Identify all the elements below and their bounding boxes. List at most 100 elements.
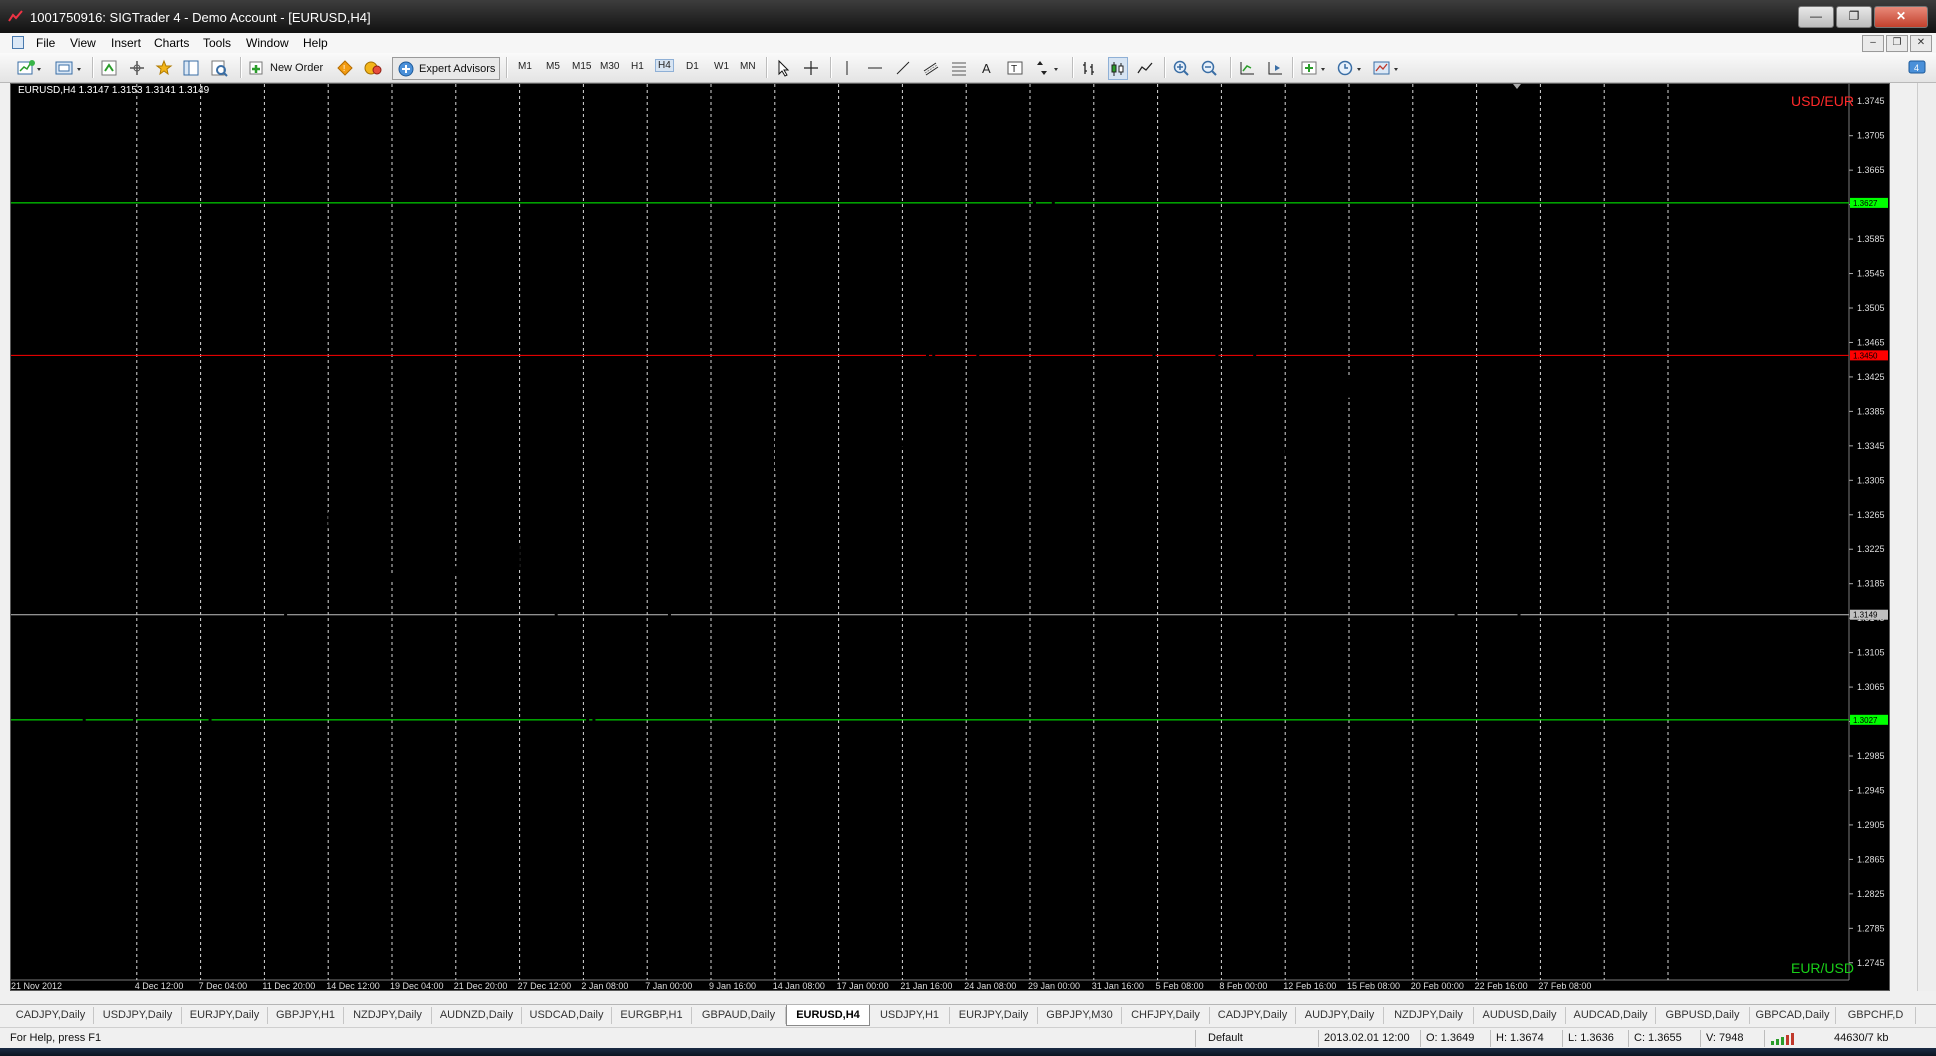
chart-tab[interactable]: EURJPY,Daily (182, 1007, 268, 1024)
price-chart[interactable]: 1.37451.37051.36651.36251.35851.35451.35… (10, 83, 1890, 991)
timeframe-m5[interactable]: M5 (546, 61, 560, 72)
arrows-button[interactable] (1034, 57, 1062, 78)
candle-body (705, 424, 709, 427)
chart-tab[interactable]: USDJPY,Daily (94, 1007, 182, 1024)
expert-advisors-button[interactable]: Expert Advisors (392, 57, 501, 80)
timeframe-h4[interactable]: H4 (655, 59, 674, 72)
timeframe-h1[interactable]: H1 (631, 61, 644, 72)
menu-window[interactable]: Window (246, 36, 289, 50)
text-label-button[interactable]: T (1006, 57, 1024, 78)
chart-tab[interactable]: AUDJPY,Daily (1296, 1007, 1384, 1024)
chart-tab[interactable]: GBPCHF,D (1836, 1007, 1916, 1024)
close-button[interactable]: ✕ (1874, 6, 1928, 28)
new-order-button[interactable]: New Order (248, 57, 323, 78)
horizontal-line-button[interactable] (866, 57, 884, 78)
minimize-button[interactable]: — (1798, 6, 1834, 28)
chart-tab[interactable]: AUDCAD,Daily (1566, 1007, 1656, 1024)
candle-body (409, 535, 413, 544)
chart-tab[interactable]: USDCAD,Daily (522, 1007, 612, 1024)
candle-body (290, 594, 294, 614)
cursor-button[interactable] (774, 57, 792, 78)
trendline-button[interactable] (894, 57, 912, 78)
chart-window-icon[interactable] (12, 36, 24, 49)
timeframe-mn[interactable]: MN (740, 61, 756, 72)
options-button[interactable]: 4 (1908, 57, 1926, 78)
new-chart-button[interactable] (16, 57, 42, 78)
equidistant-channel-icon (923, 62, 939, 75)
chart-close-button[interactable]: ✕ (1910, 35, 1932, 52)
metaeditor-button[interactable]: ! (336, 57, 354, 78)
market-watch-button[interactable] (100, 57, 118, 78)
timeframe-m30[interactable]: M30 (600, 61, 619, 72)
chart-tab[interactable]: NZDJPY,Daily (1384, 1007, 1474, 1024)
chart-tab[interactable]: CADJPY,Daily (8, 1007, 94, 1024)
menu-insert[interactable]: Insert (111, 36, 141, 50)
timeframe-m15[interactable]: M15 (572, 61, 591, 72)
chart-minimize-button[interactable]: – (1862, 35, 1884, 52)
vertical-line-button[interactable] (838, 57, 856, 78)
profiles-button[interactable] (54, 57, 84, 78)
timeframe-d1[interactable]: D1 (686, 61, 699, 72)
navigator-button[interactable] (155, 57, 173, 78)
chart-tab[interactable]: AUDUSD,Daily (1474, 1007, 1566, 1024)
price-tick-label: 1.2945 (1857, 785, 1885, 795)
vertical-scrollbar[interactable] (1917, 83, 1936, 991)
candle-body (623, 653, 627, 664)
chart-shift-button[interactable] (1266, 57, 1284, 78)
indicators-button[interactable] (1300, 57, 1330, 78)
chart-tab[interactable]: CADJPY,Daily (1210, 1007, 1296, 1024)
timeframe-m1[interactable]: M1 (518, 61, 532, 72)
chart-tab[interactable]: GBPJPY,M30 (1038, 1007, 1122, 1024)
candlestick-button[interactable] (1108, 57, 1128, 80)
data-window-button[interactable] (128, 57, 146, 78)
bar-chart-button[interactable] (1080, 57, 1098, 78)
text-button[interactable]: A (978, 57, 996, 78)
menu-file[interactable]: File (36, 36, 55, 50)
candle-body (1498, 657, 1502, 672)
zoom-out-button[interactable] (1200, 57, 1218, 78)
auto-scroll-button[interactable] (1238, 57, 1256, 78)
chart-tab[interactable]: EURGBP,H1 (612, 1007, 692, 1024)
time-tick-label: 27 Dec 12:00 (518, 981, 572, 990)
profiles-icon (55, 61, 81, 74)
templates-button[interactable] (1372, 57, 1402, 78)
chart-tab[interactable]: EURUSD,H4 (786, 1005, 870, 1026)
chart-tab[interactable]: EURJPY,Daily (950, 1007, 1038, 1024)
chart-tab[interactable]: GBPJPY,H1 (268, 1007, 344, 1024)
chart-tab[interactable]: GBPAUD,Daily (692, 1007, 786, 1024)
candle-body (680, 511, 684, 535)
timeframe-w1[interactable]: W1 (714, 61, 729, 72)
channel-button[interactable] (922, 57, 940, 78)
tester-button[interactable] (210, 57, 228, 78)
terminal-button[interactable] (182, 57, 200, 78)
chart-tab[interactable]: NZDJPY,Daily (344, 1007, 432, 1024)
chart-shift-icon (1268, 61, 1282, 74)
line-chart-button[interactable] (1136, 57, 1154, 78)
chart-tab[interactable]: GBPUSD,Daily (1656, 1007, 1750, 1024)
expert-properties-button[interactable] (363, 57, 383, 78)
candle-body (214, 701, 218, 718)
chart-canvas[interactable]: 1.37451.37051.36651.36251.35851.35451.35… (11, 84, 1889, 990)
menu-view[interactable]: View (70, 36, 96, 50)
chart-restore-button[interactable]: ❐ (1886, 35, 1908, 52)
chart-tab[interactable]: GBPCAD,Daily (1750, 1007, 1836, 1024)
zoom-in-button[interactable] (1172, 57, 1190, 78)
candle-body (661, 682, 665, 696)
periods-button[interactable] (1336, 57, 1366, 78)
menu-charts[interactable]: Charts (154, 36, 189, 50)
chart-tab[interactable]: AUDNZD,Daily (432, 1007, 522, 1024)
price-tick-label: 1.3745 (1857, 96, 1885, 106)
candle-body (302, 591, 306, 605)
menu-help[interactable]: Help (303, 36, 328, 50)
chart-tab[interactable]: USDJPY,H1 (870, 1007, 950, 1024)
menu-tools[interactable]: Tools (203, 36, 231, 50)
new-order-icon (249, 61, 263, 74)
candle-body (1240, 313, 1244, 336)
candle-body (554, 608, 558, 654)
crosshair-button[interactable] (802, 57, 820, 78)
chart-tab[interactable]: CHFJPY,Daily (1122, 1007, 1210, 1024)
maximize-button[interactable]: ❐ (1836, 6, 1872, 28)
svg-text:A: A (982, 61, 991, 76)
fibonacci-button[interactable] (950, 57, 968, 78)
time-tick-label: 4 Dec 12:00 (135, 981, 184, 990)
